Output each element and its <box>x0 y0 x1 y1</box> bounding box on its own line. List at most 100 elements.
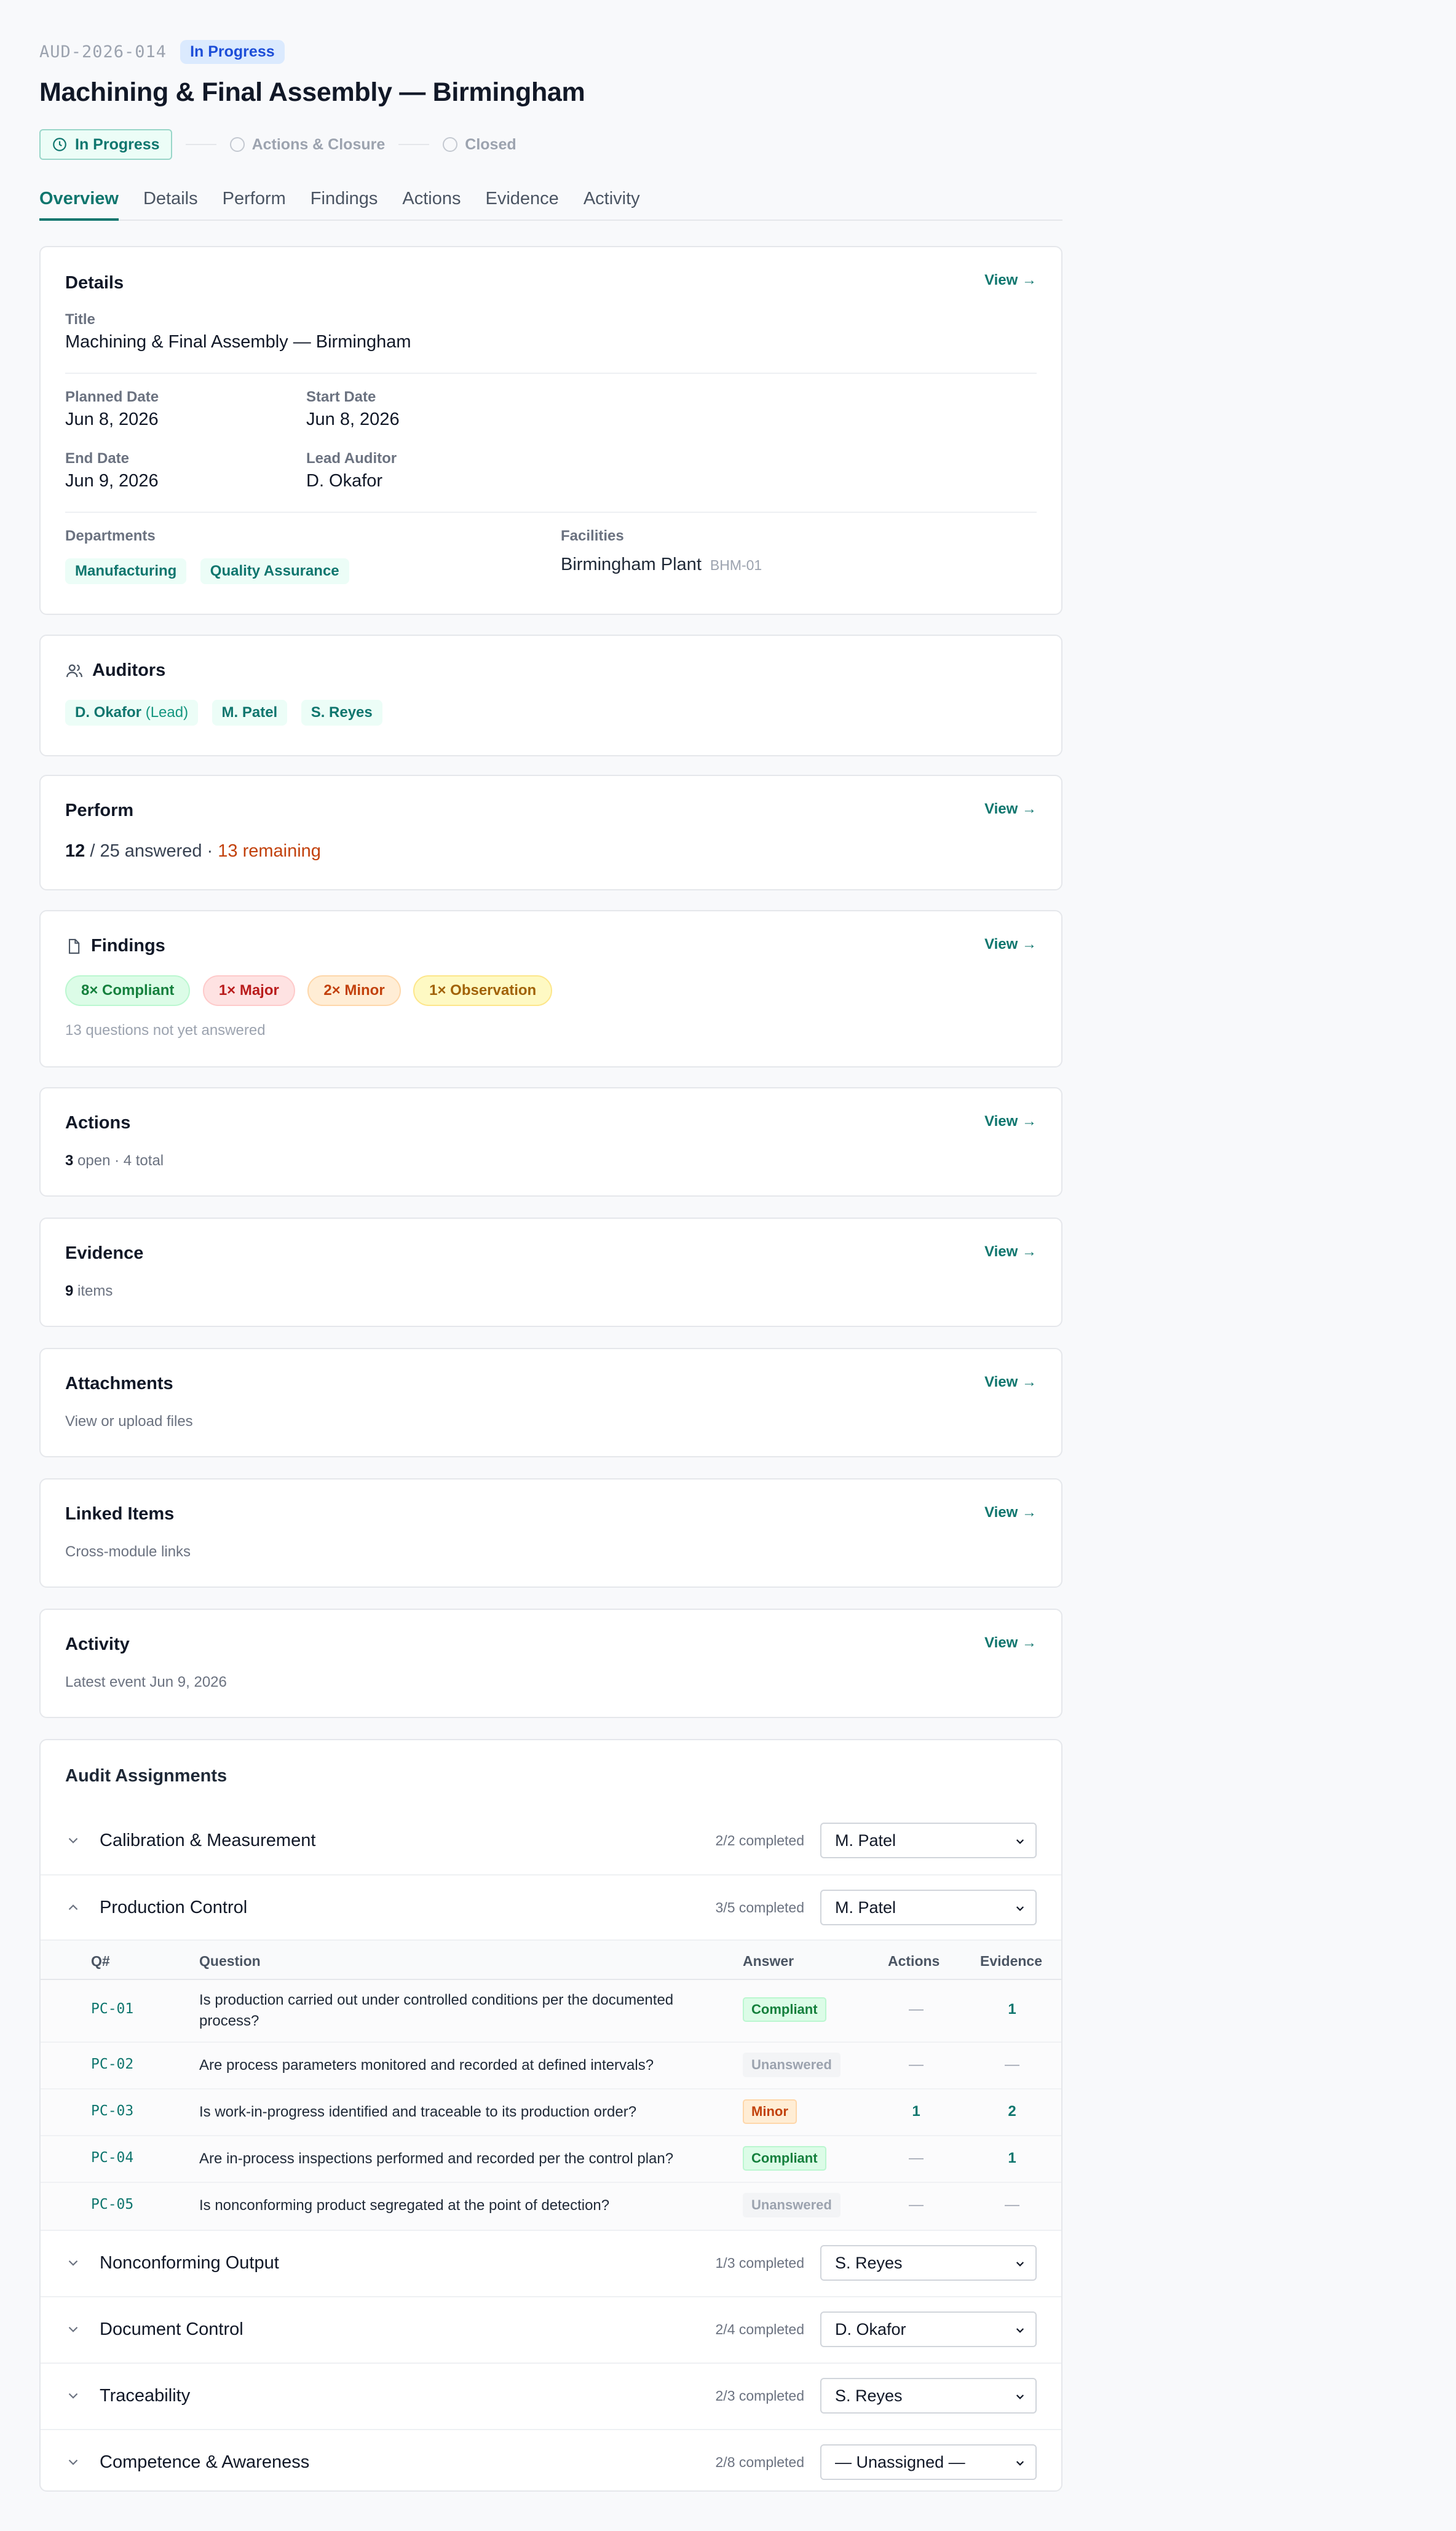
table-row[interactable]: PC-02 Are process parameters monitored a… <box>41 2043 1061 2089</box>
end-date-value: Jun 9, 2026 <box>65 471 159 491</box>
question-id[interactable]: PC-02 <box>91 2056 133 2072</box>
step-connector <box>398 144 430 145</box>
evidence-count[interactable]: 1 <box>994 2150 1031 2167</box>
users-icon <box>66 664 82 677</box>
actions-summary: 3 open · 4 total <box>65 1152 164 1170</box>
assignee-select[interactable]: S. Reyes <box>820 2245 1037 2281</box>
activity-view-link[interactable]: View → <box>984 1634 1037 1652</box>
table-row[interactable]: PC-01 Is production carried out under co… <box>41 1980 1061 2043</box>
assignee-select[interactable]: M. Patel <box>820 1823 1037 1858</box>
assignment-group[interactable]: Document Control 2/4 completed D. Okafor <box>41 2296 1061 2361</box>
actions-count: — <box>909 2196 924 2213</box>
tab-findings[interactable]: Findings <box>311 185 378 221</box>
col-actions: Actions <box>888 1953 940 1969</box>
question-text: Is production carried out under controll… <box>199 1992 674 2029</box>
assignment-group[interactable]: Competence & Awareness 2/8 completed — U… <box>41 2429 1061 2490</box>
departments-label: Departments <box>65 528 156 544</box>
assignee-value: M. Patel <box>835 1831 896 1850</box>
table-row[interactable]: PC-04 Are in-process inspections perform… <box>41 2136 1061 2183</box>
chevron-down-icon[interactable] <box>65 2454 81 2470</box>
chevron-down-icon[interactable] <box>65 1832 81 1848</box>
assignee-select[interactable]: S. Reyes <box>820 2378 1037 2414</box>
assignee-select[interactable]: D. Okafor <box>820 2311 1037 2347</box>
question-id[interactable]: PC-05 <box>91 2196 133 2212</box>
start-date-label: Start Date <box>306 389 376 405</box>
findings-card: Findings View → 8× Compliant 1× Major 2×… <box>39 910 1062 1067</box>
assignee-select[interactable]: — Unassigned — <box>820 2444 1037 2480</box>
assignee-select[interactable]: M. Patel <box>820 1890 1037 1925</box>
chevron-down-icon[interactable] <box>65 2255 81 2271</box>
answered-count: 12 <box>65 841 85 861</box>
lead-auditor-value: D. Okafor <box>306 471 383 491</box>
evidence-count[interactable]: 1 <box>994 2001 1031 2018</box>
attachments-card: Attachments View → View or upload files <box>39 1348 1062 1457</box>
card-title: Attachments <box>65 1374 173 1393</box>
question-text: Is nonconforming product segregated at t… <box>199 2197 610 2214</box>
tab-actions[interactable]: Actions <box>402 185 461 221</box>
status-stepper: In Progress Actions & Closure Closed <box>39 129 1062 160</box>
audit-id: AUD-2026-014 <box>39 42 167 61</box>
step-actions-closure[interactable]: Actions & Closure <box>229 136 385 154</box>
evidence-count[interactable]: 2 <box>994 2103 1031 2120</box>
step-closed[interactable]: Closed <box>443 136 516 154</box>
answer-badge: Minor <box>743 2099 797 2124</box>
assignee-value: S. Reyes <box>835 2386 903 2405</box>
step-connector <box>185 144 216 145</box>
step-in-progress[interactable]: In Progress <box>39 129 172 160</box>
card-title: Auditors <box>65 660 165 681</box>
assignment-group[interactable]: Nonconforming Output 1/3 completed S. Re… <box>41 2230 1061 2295</box>
attachments-view-link[interactable]: View → <box>984 1374 1037 1391</box>
answer-badge: Compliant <box>743 2146 826 2171</box>
answer-badge: Unanswered <box>743 2053 841 2077</box>
divider <box>65 373 1037 374</box>
question-id[interactable]: PC-03 <box>91 2103 133 2119</box>
group-completed: 2/4 completed <box>715 2321 804 2337</box>
evidence-view-link[interactable]: View → <box>984 1243 1037 1261</box>
group-completed: 2/2 completed <box>715 1832 804 1848</box>
question-text: Are process parameters monitored and rec… <box>199 2057 654 2074</box>
group-name: Traceability <box>100 2385 191 2406</box>
auditor-name: D. Okafor <box>75 704 142 721</box>
chevron-down-icon[interactable] <box>65 2388 81 2404</box>
card-title: Details <box>65 273 124 293</box>
findings-view-link[interactable]: View → <box>984 936 1037 953</box>
actions-count: — <box>909 2056 924 2073</box>
table-row[interactable]: PC-05 Is nonconforming product segregate… <box>41 2183 1061 2230</box>
assignee-value: — Unassigned — <box>835 2452 965 2471</box>
assignment-group[interactable]: Calibration & Measurement 2/2 completed … <box>41 1808 1061 1873</box>
card-title-text: Findings <box>91 936 165 956</box>
card-title: Findings <box>65 936 165 956</box>
tab-evidence[interactable]: Evidence <box>486 185 559 221</box>
actions-view-link[interactable]: View → <box>984 1113 1037 1130</box>
actions-count[interactable]: 1 <box>898 2103 935 2120</box>
tab-details[interactable]: Details <box>143 185 198 221</box>
chevron-up-icon[interactable] <box>65 1899 81 1915</box>
header-meta: AUD-2026-014 In Progress <box>39 37 1062 66</box>
question-id[interactable]: PC-04 <box>91 2150 133 2166</box>
tab-overview[interactable]: Overview <box>39 185 119 221</box>
evidence-card: Evidence View → 9 items <box>39 1218 1062 1327</box>
circle-icon <box>443 137 458 152</box>
activity-card: Activity View → Latest event Jun 9, 2026 <box>39 1609 1062 1718</box>
assignment-group[interactable]: Production Control 3/5 completed M. Pate… <box>41 1874 1061 1939</box>
linked-items-view-link[interactable]: View → <box>984 1504 1037 1521</box>
table-header: Q# Question Answer Actions Evidence <box>41 1939 1061 1980</box>
tab-activity[interactable]: Activity <box>584 185 640 221</box>
perform-view-link[interactable]: View → <box>984 801 1037 818</box>
tab-perform[interactable]: Perform <box>223 185 286 221</box>
col-evidence: Evidence <box>980 1953 1042 1969</box>
assignee-value: D. Okafor <box>835 2319 906 2339</box>
assignment-group[interactable]: Traceability 2/3 completed S. Reyes <box>41 2363 1061 2428</box>
evidence-count: 9 <box>65 1283 74 1299</box>
chevron-down-icon[interactable] <box>65 2321 81 2337</box>
question-id[interactable]: PC-01 <box>91 2001 133 2017</box>
question-text: Is work-in-progress identified and trace… <box>199 2104 637 2120</box>
audit-page: AUD-2026-014 In Progress Machining & Fin… <box>39 37 1062 221</box>
table-row[interactable]: PC-03 Is work-in-progress identified and… <box>41 2089 1061 2136</box>
chevron-down-icon <box>1016 1839 1024 1844</box>
details-view-link[interactable]: View → <box>984 272 1037 289</box>
findings-pills: 8× Compliant 1× Major 2× Minor 1× Observ… <box>65 975 562 1006</box>
group-name: Document Control <box>100 2319 243 2339</box>
actions-card: Actions View → 3 open · 4 total <box>39 1087 1062 1197</box>
card-title: Linked Items <box>65 1504 175 1524</box>
